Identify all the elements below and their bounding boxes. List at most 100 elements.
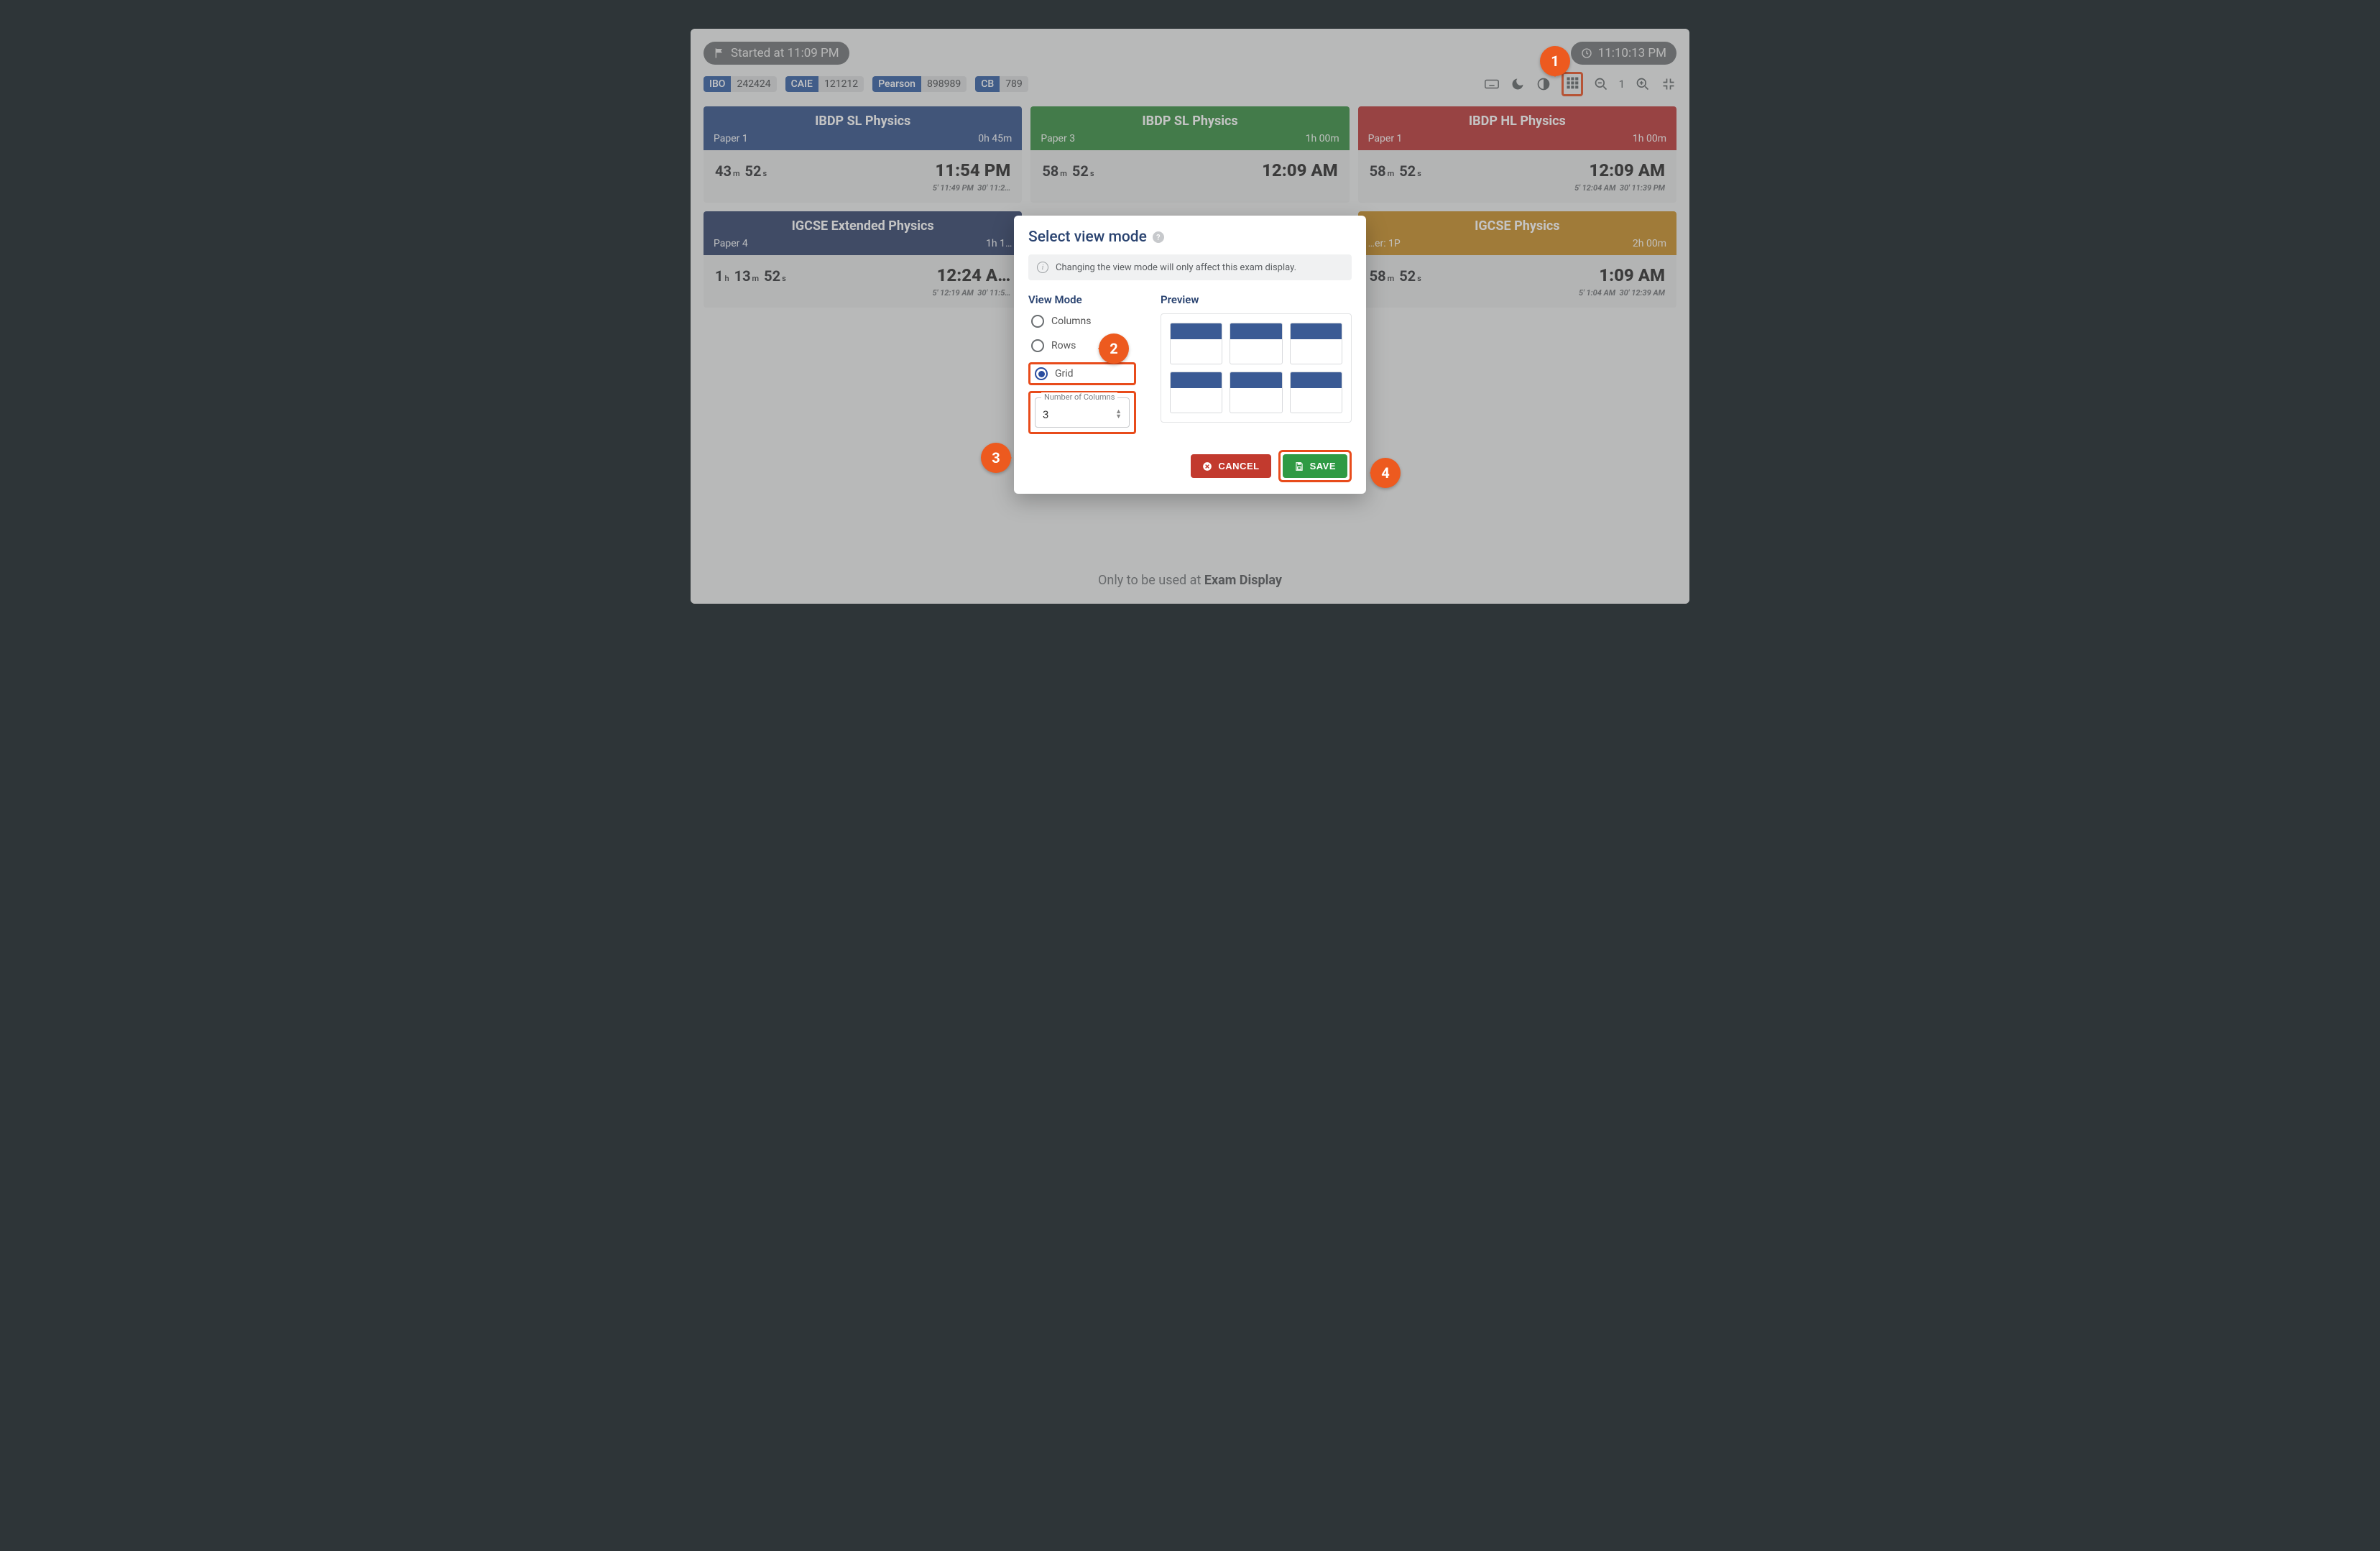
card-endtime: 12:24 A… (937, 265, 1011, 285)
annotation-2: 2 (1099, 333, 1129, 364)
card-remaining: 58m 52s (1370, 267, 1423, 285)
card-title: IGCSE Extended Physics (714, 218, 1012, 234)
card-paper: Paper 1 (714, 133, 748, 144)
badge-value: 898989 (921, 76, 967, 92)
radio-columns[interactable]: Columns (1028, 313, 1143, 329)
zoom-out-icon[interactable] (1593, 76, 1609, 92)
card-remaining: 43m 52s (715, 162, 768, 180)
card-header: IBDP SL Physics Paper 1 0h 45m (704, 106, 1022, 150)
radio-icon (1031, 339, 1044, 352)
board-badge: CAIE121212 (785, 76, 864, 92)
modal-title-text: Select view mode (1028, 229, 1147, 246)
card-title: IGCSE Physics (1368, 218, 1666, 234)
view-mode-modal: Select view mode ? i Changing the view m… (1014, 216, 1366, 494)
board-badge: IBO242424 (704, 76, 777, 92)
clock-icon (1581, 47, 1592, 59)
card-title: IBDP SL Physics (1041, 114, 1339, 129)
card-remaining: 58m 52s (1042, 162, 1095, 180)
grid-button-highlight (1562, 72, 1583, 96)
grid-icon[interactable] (1565, 75, 1579, 90)
radio-grid[interactable]: Grid (1035, 367, 1130, 380)
cancel-label: CANCEL (1218, 461, 1259, 471)
board-badge: Pearson898989 (872, 76, 967, 92)
badge-label: IBO (704, 76, 731, 92)
card-duration: 1h 1… (986, 238, 1012, 249)
card-body: 58m 52s 1:09 AM 5' 1:04 AM 30' 12:39 AM (1358, 255, 1676, 308)
radio-icon (1031, 315, 1044, 328)
info-icon: i (1037, 262, 1048, 273)
annotation-3: 3 (981, 443, 1011, 473)
card-paper: Paper 4 (714, 238, 748, 249)
save-button-highlight: SAVE (1278, 450, 1352, 482)
card-remaining: 58m 52s (1370, 162, 1423, 180)
radio-grid-label: Grid (1055, 368, 1074, 379)
started-pill: Started at 11:09 PM (704, 42, 849, 65)
view-mode-heading: View Mode (1028, 293, 1143, 306)
zoom-in-icon[interactable] (1635, 76, 1651, 92)
flag-icon (714, 47, 725, 59)
card-endtime: 11:54 PM (935, 160, 1010, 180)
moon-icon[interactable] (1510, 76, 1526, 92)
exam-card[interactable]: IBDP SL Physics Paper 31h 00m 58m 52s 12… (1030, 106, 1349, 203)
exam-card[interactable]: IBDP SL Physics Paper 1 0h 45m 43m 52s 11… (704, 106, 1022, 203)
help-icon[interactable]: ? (1153, 231, 1164, 243)
stepper-icon[interactable]: ▲▼ (1115, 410, 1122, 420)
cancel-button[interactable]: CANCEL (1191, 454, 1270, 478)
exam-card[interactable]: IGCSE Extended Physics Paper 4 1h 1… 1h 1… (704, 211, 1022, 308)
card-title: IBDP SL Physics (714, 114, 1012, 129)
contrast-icon[interactable] (1536, 76, 1551, 92)
view-mode-column: View Mode Columns Rows Grid (1028, 293, 1143, 434)
annotation-4: 4 (1370, 458, 1401, 488)
badge-label: Pearson (872, 76, 921, 92)
card-paper: Paper 3 (1041, 133, 1075, 144)
badge-value: 789 (1000, 76, 1028, 92)
preview-card (1170, 323, 1222, 364)
preview-card (1230, 323, 1282, 364)
zoom-level: 1 (1619, 78, 1625, 91)
keyboard-icon[interactable] (1484, 76, 1500, 92)
exam-card[interactable]: IGCSE Physics …er: 1P2h 00m 58m 52s 1:09… (1358, 211, 1676, 308)
card-checkpoints: 5' 1:04 AM 30' 12:39 AM (1370, 288, 1665, 303)
radio-grid-highlight: Grid (1028, 362, 1136, 385)
radio-icon (1035, 367, 1048, 380)
numcol-field[interactable]: Number of Columns 3 ▲▼ (1035, 397, 1130, 428)
footer-note: Only to be used at Exam Display (691, 573, 1689, 588)
preview-card (1230, 372, 1282, 413)
modal-infobar: i Changing the view mode will only affec… (1028, 254, 1352, 280)
card-checkpoints: 5' 12:04 AM 30' 11:39 PM (1370, 183, 1665, 198)
board-badge: CB789 (975, 76, 1028, 92)
card-body: 43m 52s 11:54 PM 5' 11:49 PM 30' 11:2… (704, 150, 1022, 203)
card-paper: Paper 1 (1368, 133, 1403, 144)
card-duration: 2h 00m (1633, 238, 1666, 249)
card-endtime: 1:09 AM (1599, 265, 1665, 285)
modal-title: Select view mode ? (1028, 229, 1352, 246)
preview-card (1290, 323, 1342, 364)
toolbar-iconstrip: 1 (1484, 72, 1676, 96)
card-endtime: 12:09 AM (1589, 160, 1665, 180)
card-checkpoints: 5' 12:19 AM 30' 11:5… (715, 288, 1010, 303)
collapse-icon[interactable] (1661, 76, 1676, 92)
footer-bold: Exam Display (1204, 573, 1282, 588)
radio-rows-label: Rows (1051, 340, 1076, 351)
exam-card[interactable]: IBDP HL Physics Paper 1 1h 00m 58m 52s 12… (1358, 106, 1676, 203)
numcol-highlight: Number of Columns 3 ▲▼ (1028, 391, 1136, 434)
badge-value: 121212 (818, 76, 864, 92)
card-header: IGCSE Physics …er: 1P2h 00m (1358, 211, 1676, 255)
card-duration: 1h 00m (1633, 133, 1666, 144)
card-header: IBDP SL Physics Paper 3 1h 00m (1030, 106, 1349, 150)
preview-card (1290, 372, 1342, 413)
preview-heading: Preview (1161, 293, 1352, 306)
card-header: IGCSE Extended Physics Paper 4 1h 1… (704, 211, 1022, 255)
card-checkpoints (1042, 183, 1337, 198)
card-checkpoints: 5' 11:49 PM 30' 11:2… (715, 183, 1010, 198)
card-duration: 0h 45m (978, 133, 1012, 144)
preview-card (1170, 372, 1222, 413)
card-title: IBDP HL Physics (1368, 114, 1666, 129)
card-duration: 1h 00m (1306, 133, 1339, 144)
save-button[interactable]: SAVE (1283, 454, 1347, 478)
radio-columns-label: Columns (1051, 316, 1091, 327)
badge-label: CAIE (785, 76, 818, 92)
preview-column: Preview (1161, 293, 1352, 434)
card-body: 1h 13m 52s 12:24 A… 5' 12:19 AM 30' 11:5… (704, 255, 1022, 308)
badge-value: 242424 (731, 76, 776, 92)
